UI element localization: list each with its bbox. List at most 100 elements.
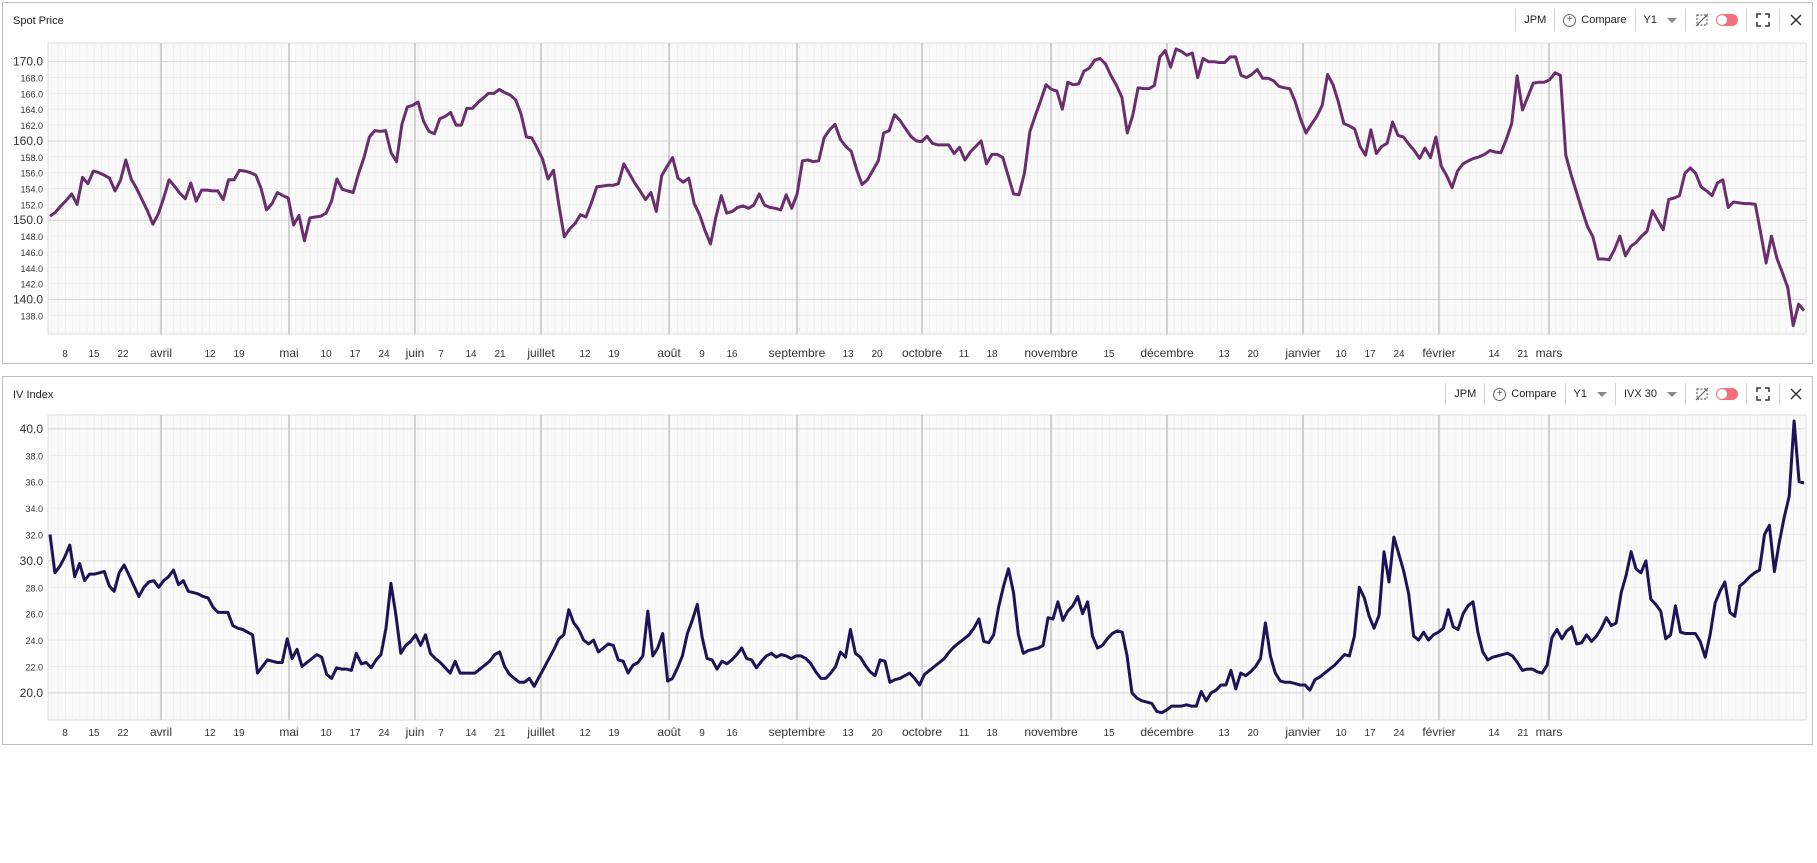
y-tick-label: 144.0 bbox=[20, 264, 43, 274]
metric-select[interactable]: IVX 30 bbox=[1624, 388, 1677, 400]
y-tick-label: 146.0 bbox=[20, 248, 43, 258]
x-tick-label: 19 bbox=[233, 728, 245, 739]
divider bbox=[1614, 383, 1616, 405]
x-tick-label: janvier bbox=[1284, 346, 1320, 360]
x-tick-label: septembre bbox=[769, 346, 826, 360]
y-tick-label: 166.0 bbox=[20, 89, 43, 99]
y-tick-label: 156.0 bbox=[20, 169, 43, 179]
divider bbox=[1685, 383, 1686, 405]
x-tick-label: 20 bbox=[1247, 349, 1259, 360]
divider bbox=[1746, 9, 1747, 31]
x-tick-label: 11 bbox=[959, 349, 970, 360]
x-tick-label: 22 bbox=[117, 349, 129, 360]
y-tick-label: 164.0 bbox=[20, 105, 43, 115]
x-tick-label: juin bbox=[405, 346, 425, 360]
x-tick-label: 14 bbox=[465, 349, 477, 360]
x-tick-label: 22 bbox=[117, 728, 129, 739]
x-tick-label: 15 bbox=[88, 728, 100, 739]
x-tick-label: 24 bbox=[1393, 349, 1405, 360]
y-tick-label: 20.0 bbox=[20, 686, 44, 700]
x-tick-label: 16 bbox=[726, 728, 738, 739]
x-tick-label: 8 bbox=[62, 349, 68, 360]
plus-circle-icon: + bbox=[1563, 13, 1577, 27]
close-icon[interactable] bbox=[1788, 12, 1804, 28]
divider bbox=[1746, 383, 1747, 405]
x-tick-label: mai bbox=[279, 346, 298, 360]
x-tick-label: février bbox=[1422, 346, 1455, 360]
y-tick-label: 24.0 bbox=[25, 636, 43, 646]
y-tick-label: 152.0 bbox=[20, 200, 43, 210]
x-tick-label: 20 bbox=[871, 349, 883, 360]
divider bbox=[1634, 9, 1636, 31]
panel-title: IV Index bbox=[13, 389, 54, 401]
x-tick-label: décembre bbox=[1140, 346, 1194, 360]
y-tick-label: 150.0 bbox=[13, 213, 43, 227]
x-tick-label: 14 bbox=[465, 728, 477, 739]
x-tick-label: 18 bbox=[986, 349, 998, 360]
panel-title: Spot Price bbox=[13, 15, 64, 27]
y-tick-label: 30.0 bbox=[20, 554, 44, 568]
x-tick-label: avril bbox=[150, 346, 172, 360]
x-tick-label: 13 bbox=[842, 728, 854, 739]
divider bbox=[1554, 9, 1556, 31]
period-select[interactable]: Y1 bbox=[1574, 388, 1607, 400]
x-tick-label: 14 bbox=[1488, 349, 1500, 360]
autoscale-off-icon[interactable] bbox=[1694, 386, 1710, 402]
x-tick-label: août bbox=[657, 725, 681, 739]
spot-price-panel: Spot Price JPM + Compare Y1 170.0 168.0 166… bbox=[2, 2, 1813, 364]
y-tick-label: 28.0 bbox=[25, 583, 43, 593]
period-select[interactable]: Y1 bbox=[1644, 14, 1677, 26]
y-tick-label: 142.0 bbox=[20, 280, 43, 290]
fullscreen-icon[interactable] bbox=[1755, 386, 1771, 402]
y-tick-label: 168.0 bbox=[20, 74, 43, 84]
x-tick-label: décembre bbox=[1140, 725, 1194, 739]
y-tick-label: 32.0 bbox=[25, 531, 43, 541]
iv-index-panel: IV Index JPM + Compare Y1 IVX 30 40.0 38… bbox=[2, 376, 1813, 745]
x-tick-label: avril bbox=[150, 725, 172, 739]
y-tick-label: 26.0 bbox=[25, 610, 43, 620]
y-tick-label: 154.0 bbox=[20, 185, 43, 195]
divider bbox=[1445, 383, 1447, 405]
x-tick-label: 10 bbox=[1335, 728, 1347, 739]
x-tick-label: 13 bbox=[842, 349, 854, 360]
toggle-switch[interactable] bbox=[1716, 388, 1738, 400]
x-tick-label: 15 bbox=[1103, 349, 1115, 360]
compare-button[interactable]: + Compare bbox=[1493, 387, 1557, 401]
x-tick-label: 16 bbox=[726, 349, 738, 360]
x-tick-label: 17 bbox=[1364, 728, 1376, 739]
x-tick-label: mai bbox=[279, 725, 298, 739]
iv-toolbar: JPM + Compare Y1 IVX 30 bbox=[1437, 383, 1804, 405]
divider bbox=[1779, 383, 1780, 405]
chevron-down-icon bbox=[1596, 391, 1607, 397]
x-tick-label: 8 bbox=[62, 728, 68, 739]
y-tick-label: 34.0 bbox=[25, 504, 43, 514]
x-tick-label: 18 bbox=[986, 728, 998, 739]
y-tick-label: 36.0 bbox=[25, 478, 43, 488]
toggle-switch[interactable] bbox=[1716, 14, 1738, 26]
compare-button[interactable]: + Compare bbox=[1563, 13, 1627, 27]
ticker-button[interactable]: JPM bbox=[1454, 388, 1476, 400]
x-tick-label: mars bbox=[1536, 346, 1563, 360]
x-tick-label: 10 bbox=[320, 728, 332, 739]
x-tick-label: 19 bbox=[608, 728, 620, 739]
y-tick-label: 140.0 bbox=[13, 292, 43, 306]
x-tick-label: 19 bbox=[233, 349, 245, 360]
autoscale-off-icon[interactable] bbox=[1694, 12, 1710, 28]
y-tick-label: 40.0 bbox=[20, 422, 44, 436]
y-tick-label: 158.0 bbox=[20, 153, 43, 163]
close-icon[interactable] bbox=[1788, 386, 1804, 402]
x-tick-label: juillet bbox=[526, 725, 555, 739]
x-tick-label: octobre bbox=[902, 725, 942, 739]
x-tick-label: août bbox=[657, 346, 681, 360]
x-tick-label: 20 bbox=[871, 728, 883, 739]
x-tick-label: 12 bbox=[579, 728, 591, 739]
spot-price-chart: 170.0 168.0 166.0 164.0 162.0 160.0 158.0 156.0… bbox=[13, 42, 1807, 360]
x-tick-label: 20 bbox=[1247, 728, 1259, 739]
ticker-button[interactable]: JPM bbox=[1524, 14, 1546, 26]
x-tick-label: 17 bbox=[1364, 349, 1376, 360]
x-tick-label: 12 bbox=[204, 349, 216, 360]
x-tick-label: 17 bbox=[349, 349, 361, 360]
x-tick-label: 19 bbox=[608, 349, 620, 360]
fullscreen-icon[interactable] bbox=[1755, 12, 1771, 28]
y-tick-label: 162.0 bbox=[20, 121, 43, 131]
